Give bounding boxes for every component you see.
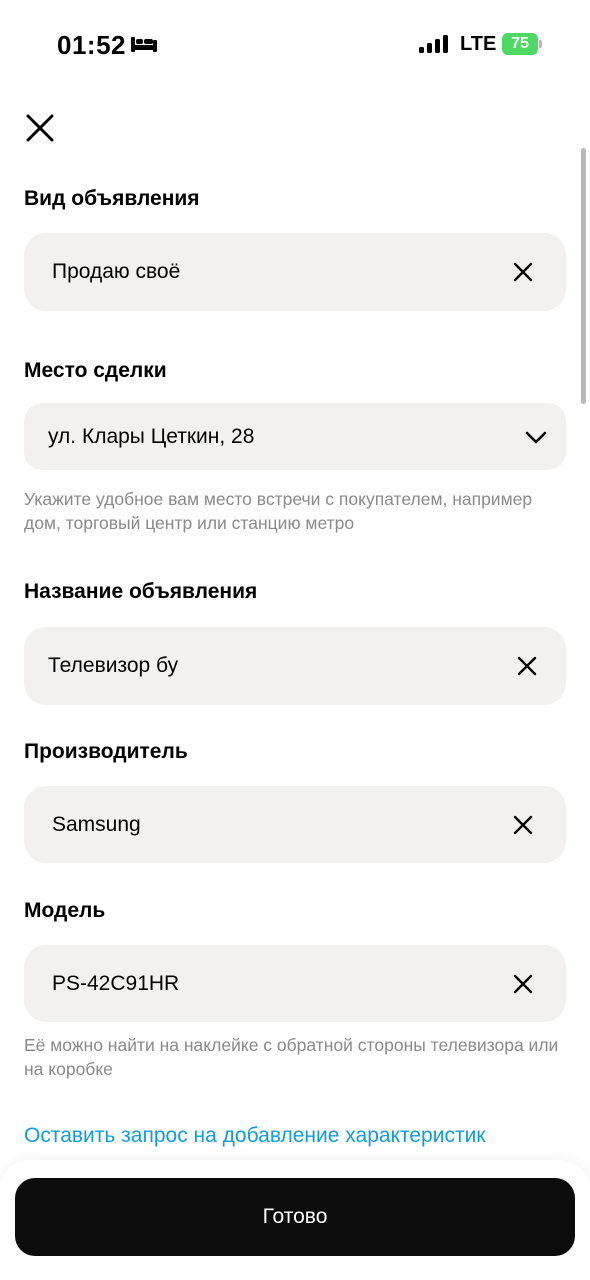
clear-icon[interactable] [512, 973, 534, 995]
model-hint: Её можно найти на наклейке с обратной ст… [24, 1035, 559, 1079]
title-label: Название объявления [24, 580, 258, 603]
ad-type-field[interactable]: Продаю своё [24, 233, 566, 311]
done-button[interactable]: Готово [15, 1178, 575, 1256]
battery-level: 75 [511, 35, 529, 52]
manufacturer-value: Samsung [52, 812, 141, 836]
model-field[interactable]: PS-42C91HR [24, 945, 566, 1022]
done-button-label: Готово [262, 1205, 328, 1228]
manufacturer-field[interactable]: Samsung [24, 786, 566, 863]
clear-icon[interactable] [512, 261, 534, 283]
close-icon[interactable] [24, 112, 56, 144]
cellular-signal-icon [419, 35, 448, 53]
clear-icon[interactable] [516, 655, 538, 677]
model-label: Модель [24, 899, 106, 922]
model-value: PS-42C91HR [52, 971, 180, 995]
chevron-down-icon[interactable] [524, 429, 548, 445]
request-characteristics-link[interactable]: Оставить запрос на добавление характерис… [24, 1124, 486, 1148]
deal-place-value: ул. Клары Цеткин, 28 [48, 424, 255, 448]
bed-icon [131, 37, 157, 52]
battery-indicator: 75 [502, 33, 542, 55]
deal-place-hint: Укажите удобное вам место встречи с поку… [24, 489, 533, 533]
scrollbar[interactable] [581, 148, 586, 404]
deal-place-select[interactable]: ул. Клары Цеткин, 28 [24, 403, 566, 470]
ad-type-value: Продаю своё [52, 260, 181, 283]
title-field[interactable]: Телевизор бу [24, 627, 566, 705]
manufacturer-label: Производитель [24, 740, 188, 763]
status-bar: 01:52 LTE 75 [0, 0, 590, 90]
clear-icon[interactable] [512, 814, 534, 836]
title-value: Телевизор бу [48, 654, 179, 677]
status-time: 01:52 [57, 30, 126, 60]
ad-type-label: Вид объявления [24, 187, 200, 210]
network-type: LTE [460, 33, 497, 55]
deal-place-label: Место сделки [24, 359, 167, 382]
